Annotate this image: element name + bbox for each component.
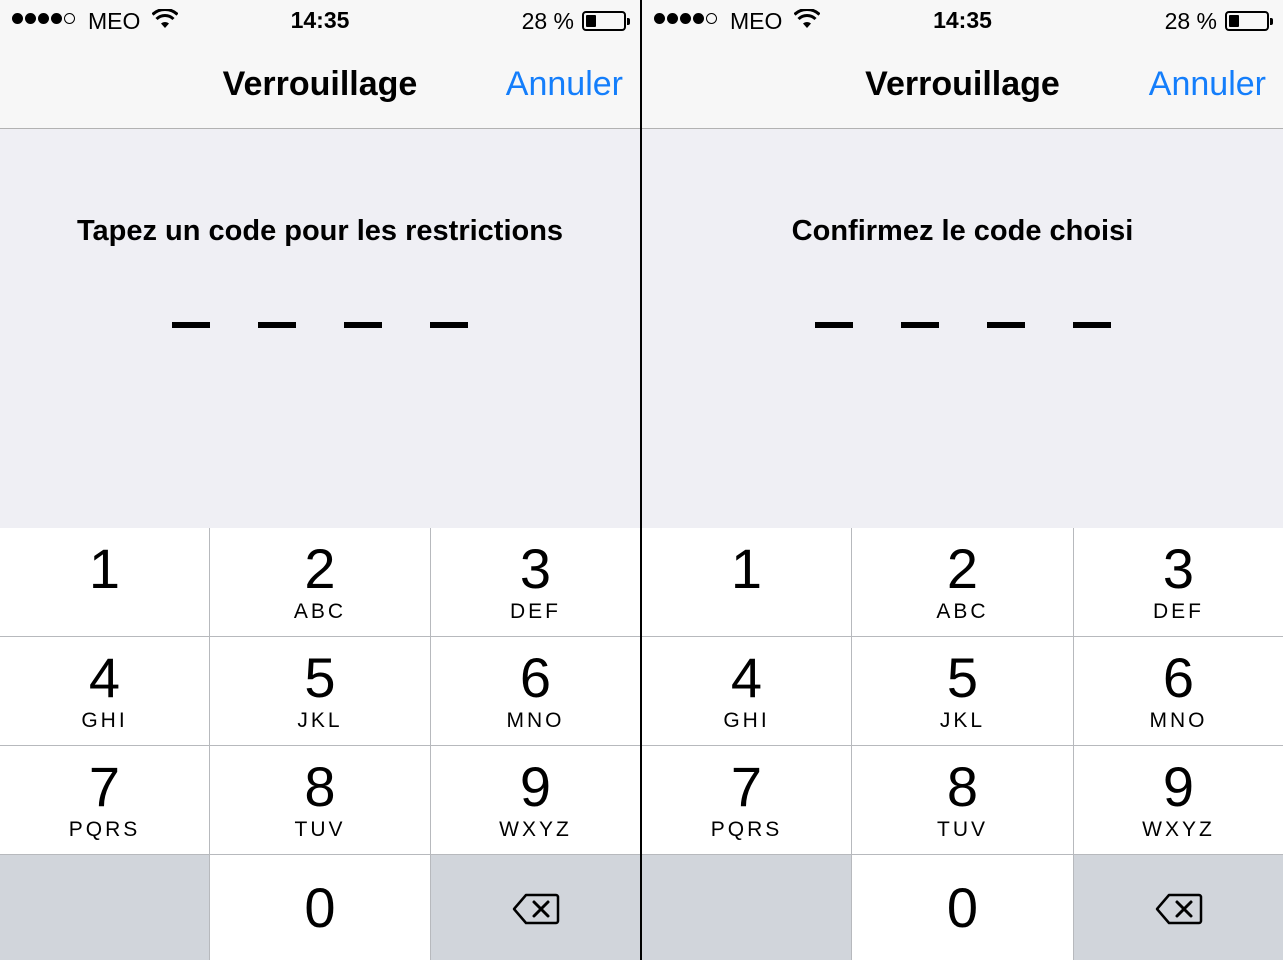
- phone-screen-right: MEO 14:35 28 % Verrouillage Annuler Conf…: [642, 0, 1283, 960]
- key-0[interactable]: 0: [852, 855, 1073, 960]
- key-7[interactable]: 7 PQRS: [642, 746, 851, 854]
- status-bar: MEO 14:35 28 %: [642, 0, 1283, 40]
- passcode-digit-slot: [172, 322, 210, 328]
- key-8[interactable]: 8 TUV: [852, 746, 1073, 854]
- delete-button[interactable]: [431, 855, 640, 960]
- key-5[interactable]: 5 JKL: [210, 637, 430, 745]
- passcode-entry-field: [642, 322, 1283, 328]
- key-1[interactable]: 1: [642, 528, 851, 636]
- backspace-icon: [512, 893, 559, 925]
- key-4[interactable]: 4 GHI: [0, 637, 209, 745]
- key-8[interactable]: 8 TUV: [210, 746, 430, 854]
- delete-button[interactable]: [1074, 855, 1283, 960]
- key-3[interactable]: 3 DEF: [431, 528, 640, 636]
- key-2[interactable]: 2 ABC: [210, 528, 430, 636]
- key-4[interactable]: 4 GHI: [642, 637, 851, 745]
- key-5[interactable]: 5 JKL: [852, 637, 1073, 745]
- battery-percentage: 28 %: [521, 8, 574, 34]
- cancel-button[interactable]: Annuler: [506, 65, 623, 104]
- key-7[interactable]: 7 PQRS: [0, 746, 209, 854]
- cancel-button[interactable]: Annuler: [1149, 65, 1266, 104]
- passcode-prompt: Confirmez le code choisi: [791, 215, 1134, 247]
- key-0[interactable]: 0: [210, 855, 430, 960]
- status-bar: MEO 14:35 28 %: [0, 0, 640, 40]
- navigation-bar: Verrouillage Annuler: [642, 40, 1283, 129]
- passcode-digit-slot: [900, 322, 939, 328]
- passcode-prompt: Tapez un code pour les restrictions: [76, 215, 564, 247]
- empty-key: [642, 855, 851, 960]
- numeric-keypad: 1 2 ABC 3 DEF 4 GHI 5 JKL 6 MNO 7 PQRS 8 TUV 9W…: [642, 528, 1283, 960]
- key-1[interactable]: 1: [0, 528, 209, 636]
- navigation-bar: Verrouillage Annuler: [0, 40, 640, 129]
- battery-icon: [1225, 11, 1273, 31]
- backspace-icon: [1155, 893, 1202, 925]
- key-2[interactable]: 2 ABC: [852, 528, 1073, 636]
- numeric-keypad: 1 2 ABC 3 DEF 4 GHI 5 JKL 6 MNO 7 PQRS 8 TUV 9W…: [0, 528, 640, 960]
- passcode-digit-slot: [814, 322, 853, 328]
- passcode-digit-slot: [430, 322, 468, 328]
- phone-screen-left: MEO 14:35 28 % Verrouillage Annuler Tape…: [0, 0, 640, 960]
- passcode-digit-slot: [258, 322, 296, 328]
- key-3[interactable]: 3 DEF: [1074, 528, 1283, 636]
- passcode-entry-field: [0, 322, 640, 328]
- passcode-digit-slot: [344, 322, 382, 328]
- key-9[interactable]: 9 WXYZ: [1074, 746, 1283, 854]
- key-6[interactable]: 6 MNO: [431, 637, 640, 745]
- passcode-digit-slot: [986, 322, 1025, 328]
- battery-icon: [582, 11, 630, 31]
- key-9[interactable]: 9 WXYZ: [431, 746, 640, 854]
- battery-percentage: 28 %: [1164, 8, 1217, 34]
- key-6[interactable]: 6 MNO: [1074, 637, 1283, 745]
- empty-key: [0, 855, 209, 960]
- passcode-digit-slot: [1072, 322, 1111, 328]
